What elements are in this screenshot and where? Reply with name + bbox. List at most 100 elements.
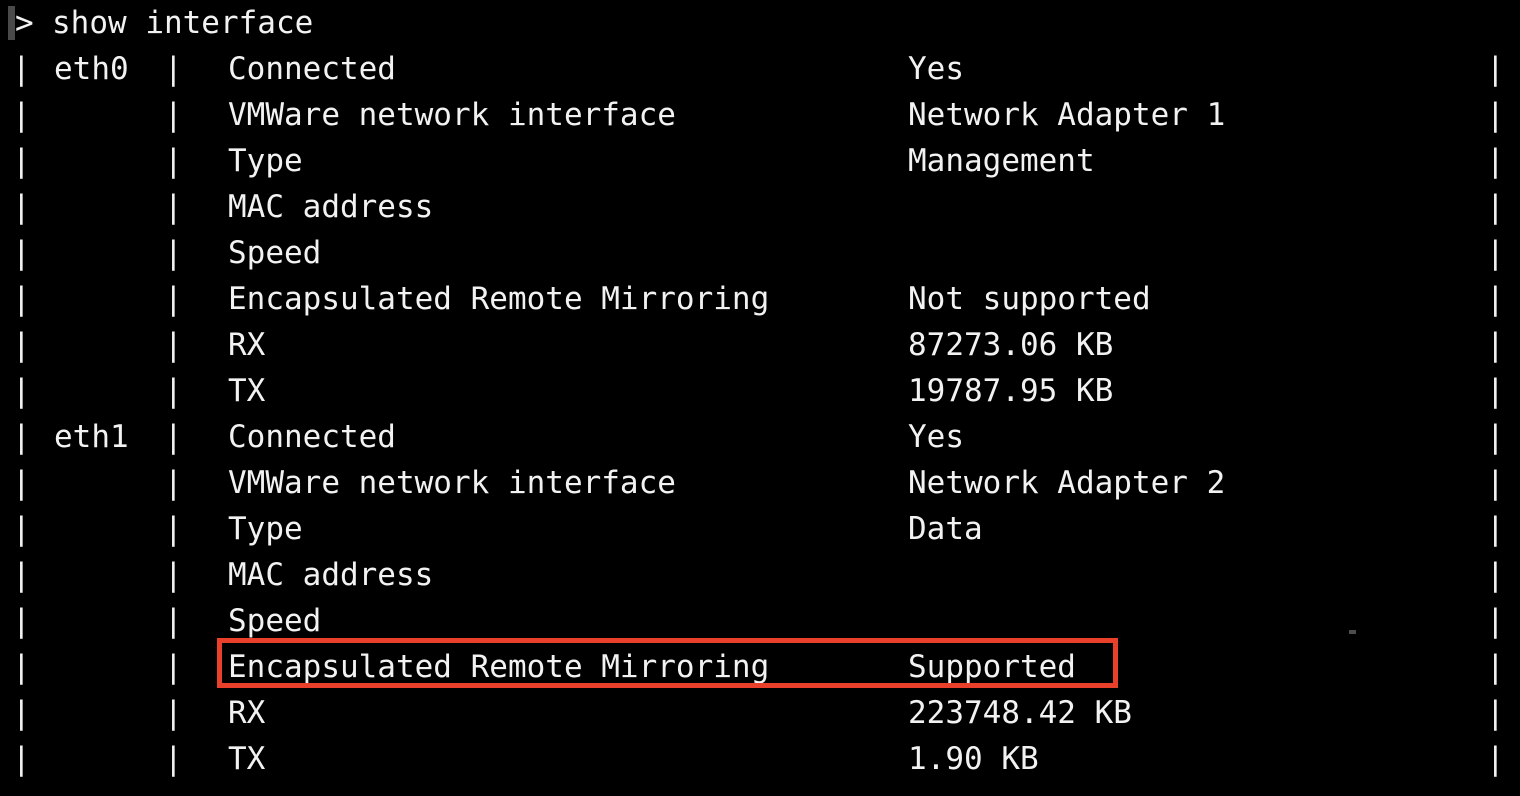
prompt-line: > show interface: [0, 0, 1520, 46]
property-value: Supported: [908, 644, 1076, 690]
property-value: Not supported: [908, 276, 1151, 322]
table-row: | | TX 1.90 KB |: [0, 736, 1520, 782]
row-border-right: |: [1486, 552, 1505, 598]
row-border-right: |: [1486, 736, 1505, 782]
row-border-middle: |: [164, 322, 183, 368]
property-label: Speed: [228, 230, 321, 276]
row-border-middle: |: [164, 184, 183, 230]
table-row: | | MAC address |: [0, 552, 1520, 598]
terminal-screen[interactable]: > show interface |eth0|ConnectedYes|||VM…: [0, 0, 1520, 796]
row-border-left: |: [12, 460, 31, 506]
row-border-right: |: [1486, 644, 1505, 690]
property-label: RX: [228, 690, 265, 736]
property-label: Encapsulated Remote Mirroring: [228, 276, 769, 322]
row-border-middle: |: [164, 276, 183, 322]
property-label: Speed: [228, 598, 321, 644]
property-value: 1.90 KB: [908, 736, 1039, 782]
table-row: | | MAC address |: [0, 184, 1520, 230]
row-border-right: |: [1486, 460, 1505, 506]
row-border-middle: |: [164, 230, 183, 276]
table-row: | | VMWare network interface Network Adapte…: [0, 460, 1520, 506]
row-border-left: |: [12, 138, 31, 184]
row-border-left: |: [12, 322, 31, 368]
property-label: TX: [228, 736, 265, 782]
row-border-right: |: [1486, 92, 1505, 138]
property-label: Connected: [228, 46, 396, 92]
row-border-left: |: [12, 598, 31, 644]
property-value: Yes: [908, 414, 964, 460]
row-border-left: |: [12, 414, 31, 460]
property-value: Network Adapter 1: [908, 92, 1225, 138]
table-row: | | Encapsulated Remote Mirroring Supported…: [0, 644, 1520, 690]
row-border-right: |: [1486, 46, 1505, 92]
row-border-middle: |: [164, 460, 183, 506]
property-label: MAC address: [228, 552, 433, 598]
table-row: | eth0 | Connected Yes |: [0, 46, 1520, 92]
property-label: VMWare network interface: [228, 92, 676, 138]
property-value: 19787.95 KB: [908, 368, 1113, 414]
table-row: | | RX 87273.06 KB |: [0, 322, 1520, 368]
prompt-symbol: >: [8, 0, 34, 46]
row-border-left: |: [12, 230, 31, 276]
property-label: Connected: [228, 414, 396, 460]
row-border-right: |: [1486, 276, 1505, 322]
table-row: | | RX 223748.42 KB |: [0, 690, 1520, 736]
property-value: Yes: [908, 46, 964, 92]
table-row: | | TX 19787.95 KB |: [0, 368, 1520, 414]
property-value: Data: [908, 506, 983, 552]
table-row: | | VMWare network interface Network Adapte…: [0, 92, 1520, 138]
table-row: | | Type Data |: [0, 506, 1520, 552]
row-border-right: |: [1486, 598, 1505, 644]
row-border-right: |: [1486, 138, 1505, 184]
row-border-left: |: [12, 368, 31, 414]
property-label: Type: [228, 506, 303, 552]
row-border-left: |: [12, 276, 31, 322]
table-row: | | Type Management |: [0, 138, 1520, 184]
row-border-middle: |: [164, 506, 183, 552]
row-border-right: |: [1486, 506, 1505, 552]
interface-name: eth1: [54, 414, 129, 460]
row-border-middle: |: [164, 644, 183, 690]
cursor-block-icon: [8, 6, 15, 40]
row-border-right: |: [1486, 230, 1505, 276]
property-label: Encapsulated Remote Mirroring: [228, 644, 769, 690]
row-border-middle: |: [164, 368, 183, 414]
row-border-left: |: [12, 184, 31, 230]
property-value: Network Adapter 2: [908, 460, 1225, 506]
table-row: | eth1 | Connected Yes |: [0, 414, 1520, 460]
row-border-right: |: [1486, 368, 1505, 414]
property-label: Type: [228, 138, 303, 184]
property-value: Management: [908, 138, 1095, 184]
row-border-middle: |: [164, 138, 183, 184]
row-border-right: |: [1486, 184, 1505, 230]
interface-name: eth0: [54, 46, 129, 92]
row-border-left: |: [12, 506, 31, 552]
property-label: RX: [228, 322, 265, 368]
row-border-left: |: [12, 690, 31, 736]
row-border-middle: |: [164, 414, 183, 460]
row-border-left: |: [12, 552, 31, 598]
property-value: 223748.42 KB: [908, 690, 1132, 736]
row-border-middle: |: [164, 736, 183, 782]
row-border-middle: |: [164, 598, 183, 644]
row-border-left: |: [12, 92, 31, 138]
property-label: TX: [228, 368, 265, 414]
row-border-middle: |: [164, 690, 183, 736]
row-border-right: |: [1486, 414, 1505, 460]
row-border-middle: |: [164, 92, 183, 138]
property-label: VMWare network interface: [228, 460, 676, 506]
row-border-middle: |: [164, 46, 183, 92]
table-row: | | Speed |: [0, 598, 1520, 644]
table-row: | | Speed |: [0, 230, 1520, 276]
row-border-left: |: [12, 46, 31, 92]
artifact-speck: [1349, 630, 1356, 634]
row-border-right: |: [1486, 322, 1505, 368]
row-border-right: |: [1486, 690, 1505, 736]
row-border-middle: |: [164, 552, 183, 598]
row-border-left: |: [12, 644, 31, 690]
property-value: 87273.06 KB: [908, 322, 1113, 368]
row-border-left: |: [12, 736, 31, 782]
property-label: MAC address: [228, 184, 433, 230]
table-row: | | Encapsulated Remote Mirroring Not suppo…: [0, 276, 1520, 322]
command-text: show interface: [52, 0, 313, 46]
